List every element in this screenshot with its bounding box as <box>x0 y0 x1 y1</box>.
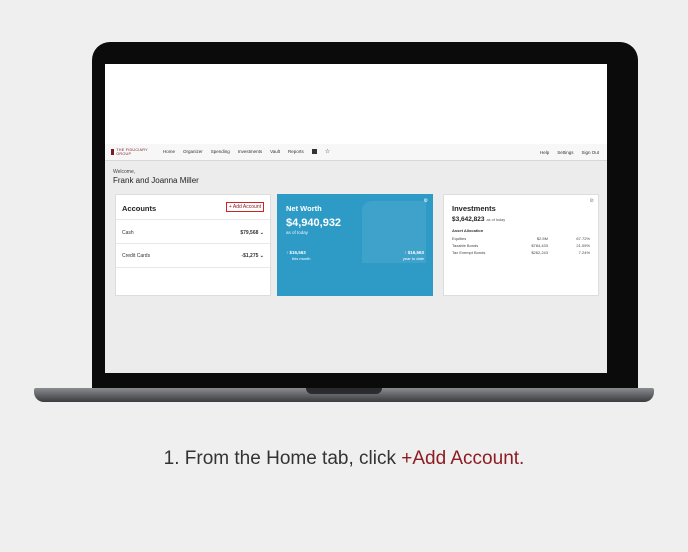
investments-card: ⚙ Investments $3,642,823 as of today Asse… <box>443 194 599 296</box>
chevron-down-icon[interactable]: ⌄ <box>260 253 264 259</box>
gear-icon[interactable]: ⚙ <box>590 198 594 204</box>
nav-home[interactable]: Home <box>163 149 175 155</box>
account-label: Cash <box>122 230 134 236</box>
top-nav: THE FIDUCIARY GROUP Home Organizer Spend… <box>105 144 607 161</box>
divider <box>116 267 270 268</box>
nav-vault[interactable]: Vault <box>270 149 280 155</box>
nav-spending[interactable]: Spending <box>211 149 230 155</box>
logo-mark-icon <box>111 149 115 155</box>
ytd-change: ↑ $16,563 <box>404 250 424 255</box>
net-worth-title: Net Worth <box>286 204 322 213</box>
net-worth-card: ⚙ Net Worth $4,940,932 as of today ↑ $16… <box>277 194 433 296</box>
logo-text: THE FIDUCIARY GROUP <box>116 148 148 156</box>
gear-icon[interactable]: ⚙ <box>424 198 428 204</box>
allocation-name: Equities <box>452 236 467 241</box>
allocation-percent: 21.05% <box>576 243 590 248</box>
chevron-down-icon[interactable]: ⌄ <box>260 230 264 236</box>
asset-allocation-title: Asset Allocation <box>452 228 484 233</box>
nav-settings[interactable]: Settings <box>557 150 573 155</box>
accounts-title: Accounts <box>122 204 157 213</box>
investments-value-line: $3,642,823 as of today <box>452 216 505 223</box>
brand-logo[interactable]: THE FIDUCIARY GROUP <box>111 148 155 156</box>
account-row-cash[interactable]: Cash $79,568 ⌄ <box>122 230 264 236</box>
allocation-row: Taxable Bonds $784,433 21.05% <box>452 243 590 248</box>
month-change: ↑ $16,563 <box>286 250 306 255</box>
caption-prefix: 1. From the Home tab, click <box>163 448 402 469</box>
nav-sign-out[interactable]: Sign Out <box>581 150 599 155</box>
allocation-amount: $2.5M <box>536 236 548 241</box>
investments-as-of: as of today <box>486 218 506 222</box>
account-value: $79,568 <box>240 230 259 236</box>
allocation-percent: 67.72% <box>576 236 590 241</box>
allocation-name: Taxable Bonds <box>452 243 479 248</box>
net-worth-as-of: as of today <box>286 230 309 235</box>
nav-investments[interactable]: Investments <box>238 149 262 155</box>
allocation-row: Tax Exempt Bonds $262,243 7.24% <box>452 250 590 255</box>
user-names: Frank and Joanna Miller <box>113 176 199 185</box>
laptop-screen: THE FIDUCIARY GROUP Home Organizer Spend… <box>105 64 607 373</box>
nav-reports[interactable]: Reports <box>288 149 304 155</box>
laptop-notch <box>306 388 382 394</box>
checkbox-icon[interactable] <box>311 149 317 154</box>
allocation-amount: $784,433 <box>531 243 548 248</box>
net-worth-value: $4,940,932 <box>286 217 342 229</box>
divider <box>116 219 270 220</box>
allocation-row: Equities $2.5M 67.72% <box>452 236 590 241</box>
instruction-caption: 1. From the Home tab, click +Add Account… <box>0 448 688 470</box>
divider <box>116 243 270 244</box>
accounts-card: Accounts + Add Account Cash $79,568 ⌄ Cr… <box>115 194 271 296</box>
add-account-button[interactable]: + Add Account <box>225 202 264 212</box>
welcome-label: Welcome, <box>113 169 136 175</box>
allocation-percent: 7.24% <box>578 250 590 255</box>
ytd-label: year to date <box>402 256 424 261</box>
account-row-credit-cards[interactable]: Credit Cards -$1,275 ⌄ <box>122 253 264 259</box>
allocation-amount: $262,243 <box>531 250 548 255</box>
nav-help[interactable]: Help <box>540 150 549 155</box>
dashboard-content: Welcome, Frank and Joanna Miller Account… <box>105 161 607 373</box>
investments-value: $3,642,823 <box>452 216 485 223</box>
account-label: Credit Cards <box>122 253 151 259</box>
month-label: this month <box>292 256 311 261</box>
account-value: -$1,275 <box>241 253 259 259</box>
nav-organizer[interactable]: Organizer <box>183 149 203 155</box>
investments-title: Investments <box>452 204 496 213</box>
star-icon[interactable]: ☆ <box>325 149 330 155</box>
allocation-name: Tax Exempt Bonds <box>452 250 486 255</box>
caption-highlight: +Add Account. <box>401 448 525 469</box>
